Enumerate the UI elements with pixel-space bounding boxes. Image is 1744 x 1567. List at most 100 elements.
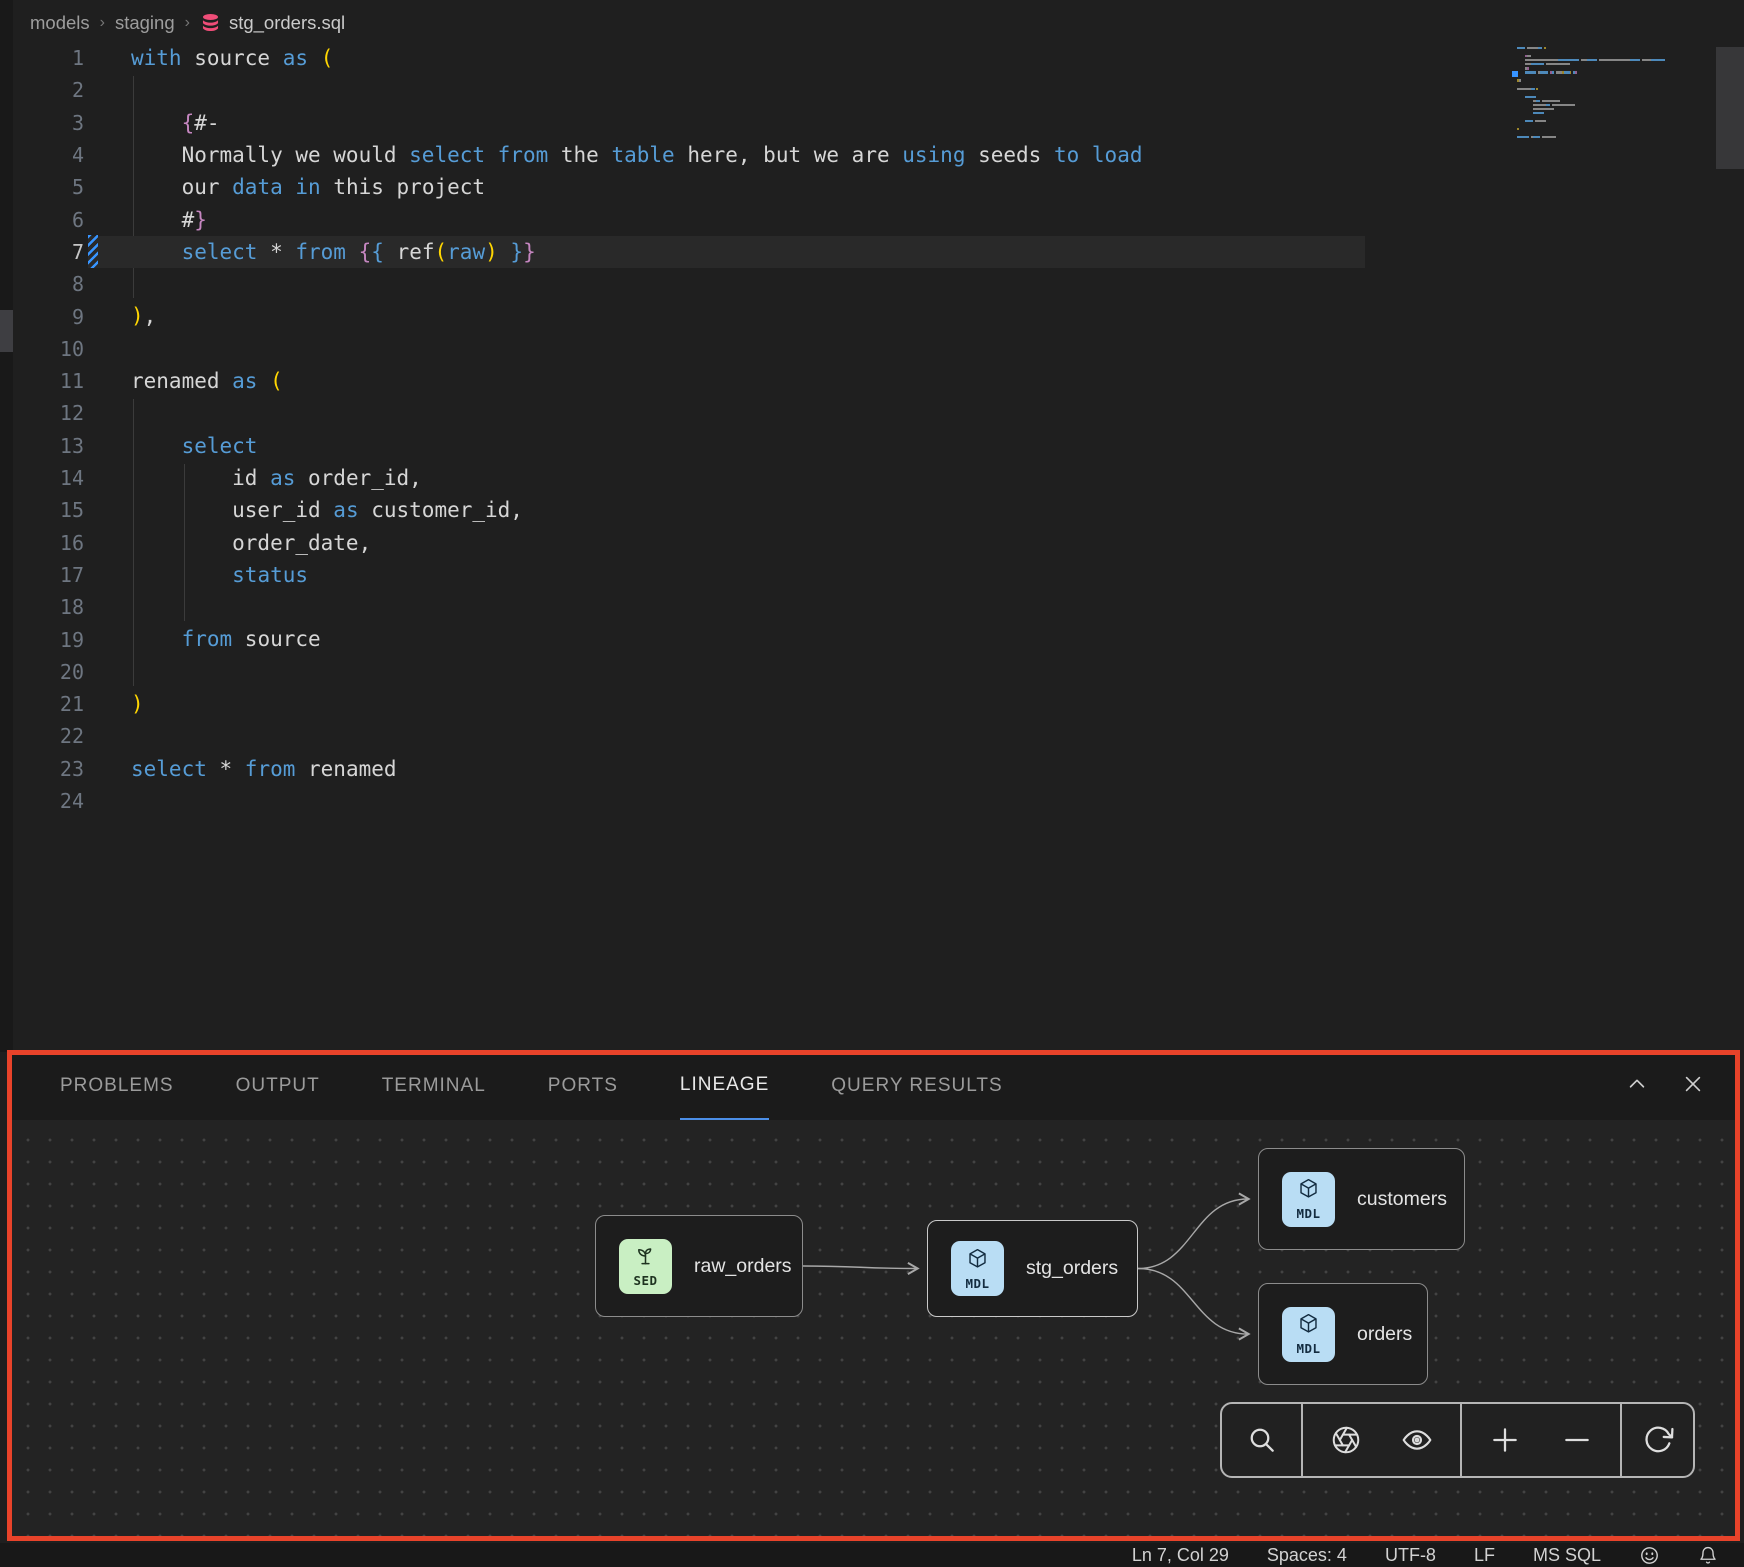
feedback-smiley-icon[interactable]: [1639, 1545, 1660, 1566]
code-line-7[interactable]: 7 select * from {{ ref(raw) }}: [13, 236, 1365, 268]
code-line-23[interactable]: 23select * from renamed: [13, 753, 1365, 785]
gutter: [84, 688, 98, 720]
code-line-17[interactable]: 17 status: [13, 559, 1365, 591]
code-line-9[interactable]: 9),: [13, 300, 1365, 332]
code-line-13[interactable]: 13 select: [13, 430, 1365, 462]
tab-ports[interactable]: PORTS: [548, 1052, 618, 1120]
code-line-22[interactable]: 22: [13, 720, 1365, 752]
code-line-18[interactable]: 18: [13, 591, 1365, 623]
code-line-2[interactable]: 2: [13, 74, 1365, 106]
badge-label: SED: [633, 1273, 657, 1288]
code-line-12[interactable]: 12: [13, 397, 1365, 429]
code-line-4[interactable]: 4 Normally we would select from the tabl…: [13, 139, 1365, 171]
code-line-24[interactable]: 24: [13, 785, 1365, 817]
minimap-line: [1517, 79, 1521, 83]
code-line-5[interactable]: 5 our data in this project: [13, 171, 1365, 203]
tab-query-results[interactable]: QUERY RESULTS: [831, 1052, 1002, 1120]
breadcrumb-file[interactable]: stg_orders.sql: [200, 12, 345, 34]
code-line-3[interactable]: 3 {#-: [13, 107, 1365, 139]
toolbar-group: [1301, 1404, 1460, 1476]
code-line-16[interactable]: 16 order_date,: [13, 527, 1365, 559]
node-label: orders: [1357, 1323, 1412, 1346]
gutter: [84, 171, 98, 203]
gutter: [84, 753, 98, 785]
code-text: with source as (: [131, 42, 333, 74]
breadcrumb-separator: ›: [185, 14, 190, 32]
status-item-utf-8[interactable]: UTF-8: [1385, 1545, 1436, 1566]
lineage-node-customers[interactable]: MDLcustomers: [1258, 1148, 1465, 1250]
node-label: raw_orders: [694, 1255, 792, 1278]
code-line-20[interactable]: 20: [13, 656, 1365, 688]
gutter: [84, 42, 98, 74]
search-icon: [1246, 1424, 1278, 1456]
tab-lineage[interactable]: LINEAGE: [680, 1052, 769, 1120]
bell-icon[interactable]: [1698, 1545, 1718, 1566]
line-number: 10: [13, 337, 84, 361]
code-text: select * from {{ ref(raw) }}: [131, 236, 536, 268]
model-badge: MDL: [951, 1241, 1004, 1296]
cube-icon: [1297, 1177, 1320, 1205]
line-number: 1: [13, 46, 84, 70]
eye-button[interactable]: [1389, 1404, 1445, 1476]
code-text: order_date,: [131, 527, 371, 559]
model-badge: MDL: [1282, 1172, 1335, 1227]
zoom-out-button[interactable]: [1549, 1404, 1605, 1476]
code-line-19[interactable]: 19 from source: [13, 623, 1365, 655]
badge-label: MDL: [965, 1276, 989, 1291]
tab-problems[interactable]: PROBLEMS: [60, 1052, 174, 1120]
line-number: 11: [13, 369, 84, 393]
refresh-button[interactable]: [1630, 1404, 1686, 1476]
badge-label: MDL: [1296, 1206, 1320, 1221]
tab-terminal[interactable]: TERMINAL: [382, 1052, 486, 1120]
status-item-spaces-4[interactable]: Spaces: 4: [1267, 1545, 1347, 1566]
gutter: [84, 333, 98, 365]
code-line-1[interactable]: 1 with source as (: [13, 42, 1365, 74]
sidebar-edge-item[interactable]: [0, 310, 13, 352]
zoom-in-button[interactable]: [1477, 1404, 1533, 1476]
status-item-ln-7-col-29[interactable]: Ln 7, Col 29: [1132, 1545, 1229, 1566]
panel-tab-bar: PROBLEMS OUTPUT TERMINAL PORTS LINEAGE QUERY …: [10, 1052, 1738, 1120]
scrollbar-thumb[interactable]: [1716, 47, 1744, 169]
code-editor[interactable]: 1 with source as (23 {#-4 Normally we wou…: [13, 42, 1744, 1050]
seedling-icon: [634, 1244, 657, 1272]
status-bar: Ln 7, Col 29 Spaces: 4 UTF-8 LF MS SQL: [0, 1543, 1744, 1567]
lineage-node-raw_orders[interactable]: SED raw_orders: [595, 1215, 803, 1317]
code-line-10[interactable]: 10: [13, 333, 1365, 365]
line-number: 20: [13, 660, 84, 684]
chevron-up-icon[interactable]: [1626, 1073, 1648, 1100]
code-line-21[interactable]: 21): [13, 688, 1365, 720]
edge-stg_orders-to-customers: [1138, 1199, 1248, 1269]
code-text: ),: [131, 300, 156, 332]
gutter: [84, 268, 98, 300]
gutter: [84, 720, 98, 752]
code-line-11[interactable]: 11renamed as (: [13, 365, 1365, 397]
breadcrumb-item-models[interactable]: models: [30, 12, 90, 34]
code-text: user_id as customer_id,: [131, 494, 523, 526]
code-text: ): [131, 688, 144, 720]
edge-stg_orders-to-orders: [1138, 1269, 1248, 1335]
node-label: stg_orders: [1026, 1257, 1118, 1280]
lineage-canvas[interactable]: SEDraw_ordersMDLstg_ordersMDLcustomersMD…: [10, 1120, 1738, 1540]
gutter: [84, 623, 98, 655]
aperture-icon: [1330, 1424, 1362, 1456]
gutter: [84, 591, 98, 623]
model-badge: MDL: [1282, 1307, 1335, 1362]
code-line-15[interactable]: 15 user_id as customer_id,: [13, 494, 1365, 526]
aperture-button[interactable]: [1318, 1404, 1374, 1476]
close-icon[interactable]: [1682, 1073, 1704, 1100]
lineage-node-orders[interactable]: MDL orders: [1258, 1283, 1428, 1385]
code-line-14[interactable]: 14 id as order_id,: [13, 462, 1365, 494]
tab-output[interactable]: OUTPUT: [236, 1052, 320, 1120]
status-item-lf[interactable]: LF: [1474, 1545, 1495, 1566]
code-line-6[interactable]: 6 #}: [13, 204, 1365, 236]
search-button[interactable]: [1234, 1404, 1290, 1476]
status-item-ms-sql[interactable]: MS SQL: [1533, 1545, 1601, 1566]
lineage-node-stg_orders[interactable]: MDL stg_orders: [927, 1220, 1138, 1317]
eye-icon: [1401, 1424, 1433, 1456]
minimap[interactable]: [1517, 47, 1707, 157]
minimap-line: [1517, 112, 1544, 116]
code-line-8[interactable]: 8: [13, 268, 1365, 300]
breadcrumb-item-staging[interactable]: staging: [115, 12, 175, 34]
seed-badge: SED: [619, 1239, 672, 1294]
code-text: from source: [131, 623, 321, 655]
